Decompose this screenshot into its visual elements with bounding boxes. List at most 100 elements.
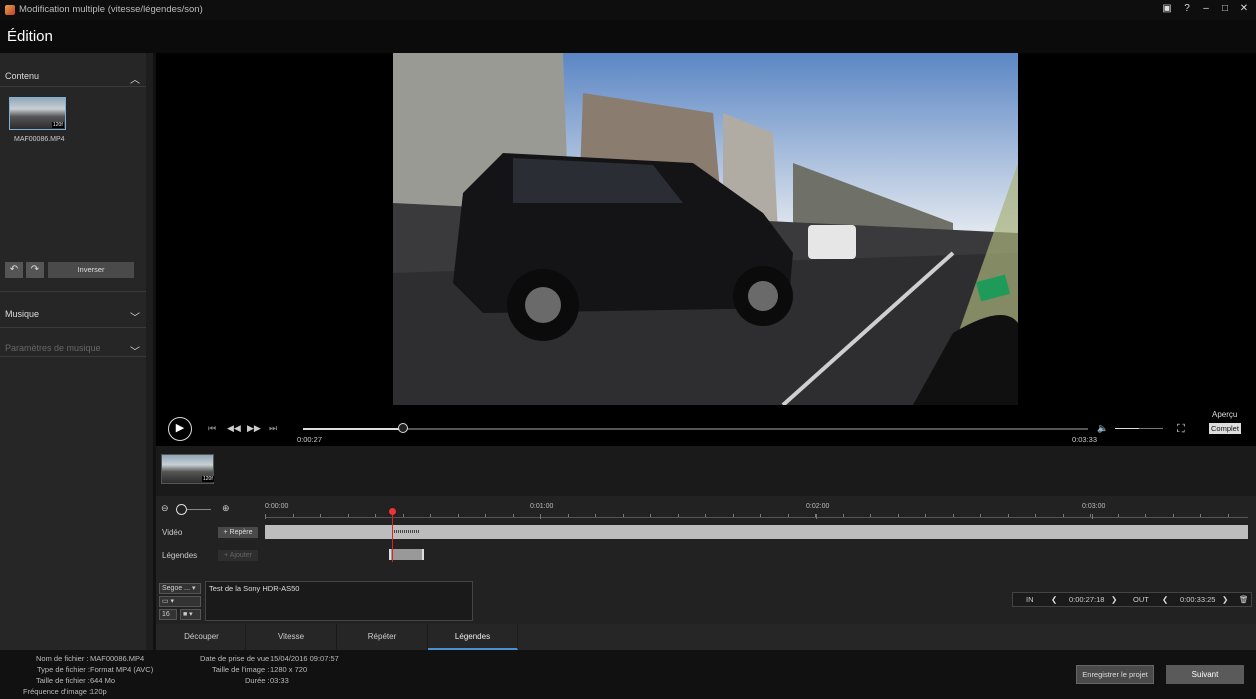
tab-captions[interactable]: Légendes — [428, 624, 518, 650]
minor-tick — [623, 514, 624, 517]
font-select[interactable]: Segoe ... ▾ — [159, 583, 201, 594]
volume-icon[interactable]: 🔈 — [1097, 423, 1108, 434]
skip-end-icon[interactable]: ⏭ — [269, 423, 277, 434]
next-button[interactable]: Suivant — [1166, 665, 1244, 684]
page-title: Édition — [7, 28, 53, 45]
next-frame-icon[interactable]: ▶▶ — [247, 423, 261, 434]
total-time: 0:03:33 — [1072, 435, 1098, 444]
divider — [0, 327, 146, 328]
caption-clip[interactable] — [389, 549, 424, 560]
playhead-handle[interactable] — [389, 508, 396, 515]
info-date-label: Date de prise de vue : — [200, 654, 274, 663]
zoom-slider[interactable] — [187, 509, 211, 510]
toolbox-icon[interactable]: ▣ — [1160, 2, 1174, 16]
caption-marker — [392, 530, 420, 533]
divider — [0, 86, 146, 87]
caption-text-input[interactable]: Test de la Sony HDR-AS50 — [205, 581, 473, 621]
minor-tick — [650, 514, 651, 517]
zoom-slider-handle[interactable] — [176, 504, 187, 515]
info-dims-label: Taille de l'image : — [212, 665, 270, 674]
invert-button[interactable]: Inverser — [48, 262, 134, 278]
add-marker-button[interactable]: + Repère — [218, 527, 258, 538]
minor-tick — [403, 514, 404, 517]
minor-tick — [293, 514, 294, 517]
minor-tick — [320, 514, 321, 517]
delete-icon[interactable]: 🗑 — [1239, 595, 1249, 604]
in-prev-icon[interactable]: ❮ — [1051, 595, 1057, 604]
info-fps: 120p — [90, 687, 107, 696]
left-panel-scrollbar[interactable] — [146, 53, 153, 650]
playhead[interactable] — [392, 510, 393, 562]
add-caption-button[interactable]: + Ajouter — [218, 550, 258, 561]
out-prev-icon[interactable]: ❮ — [1162, 595, 1168, 604]
text-color-select[interactable]: ■ ▾ — [180, 609, 201, 620]
play-button[interactable]: ▶ — [168, 417, 192, 441]
divider — [0, 291, 146, 292]
info-size-label: Taille de fichier : — [36, 676, 90, 685]
info-fps-label: Fréquence d'image : — [23, 687, 92, 696]
current-time: 0:00:27 — [297, 435, 323, 444]
help-icon[interactable]: ? — [1180, 2, 1194, 16]
info-dims: 1280 x 720 — [270, 665, 308, 674]
minor-tick — [265, 514, 266, 517]
tick-label: 0:02:00 — [806, 503, 830, 510]
font-size-select[interactable]: 16 — [159, 609, 177, 620]
out-time[interactable]: 0:00:33:25 — [1180, 595, 1215, 604]
in-time[interactable]: 0:00:27:18 — [1069, 595, 1104, 604]
rotate-left-button[interactable]: ↶ — [5, 262, 23, 278]
tick-label: 0:00:00 — [265, 503, 289, 510]
collapse-content-icon[interactable]: ︿ — [130, 71, 140, 86]
preview-label: Aperçu — [1212, 410, 1238, 419]
footer — [0, 650, 1256, 699]
music-section-label: Musique — [5, 309, 40, 319]
volume-level — [1115, 428, 1139, 429]
save-project-button[interactable]: Enregistrer le projet — [1076, 665, 1154, 684]
major-tick — [816, 514, 817, 519]
font-size-value: 16 — [162, 611, 170, 618]
font-value: Segoe ... — [162, 585, 191, 592]
zoom-in-icon[interactable]: ⊕ — [222, 503, 230, 514]
fps-badge: 120f — [52, 122, 64, 128]
in-next-icon[interactable]: ❯ — [1111, 595, 1117, 604]
major-tick — [1092, 514, 1093, 519]
prev-frame-icon[interactable]: ◀◀ — [227, 423, 241, 434]
clip-strip — [156, 446, 1256, 496]
text-style-select[interactable]: ▭ ▾ — [159, 596, 201, 607]
seek-bar[interactable] — [303, 428, 1088, 430]
minor-tick — [458, 514, 459, 517]
minor-tick — [760, 514, 761, 517]
minor-tick — [540, 514, 541, 517]
window-title: Modification multiple (vitesse/légendes/… — [19, 4, 203, 15]
minimize-button[interactable]: – — [1199, 2, 1213, 16]
rotate-right-button[interactable]: ↷ — [26, 262, 44, 278]
minor-tick — [375, 514, 376, 517]
zoom-out-icon[interactable]: ⊖ — [161, 503, 169, 514]
minor-tick — [1173, 514, 1174, 517]
maximize-button[interactable]: □ — [1218, 2, 1232, 16]
minor-tick — [705, 514, 706, 517]
out-next-icon[interactable]: ❯ — [1222, 595, 1228, 604]
minor-tick — [678, 514, 679, 517]
video-frame — [393, 53, 1018, 405]
in-label: IN — [1026, 595, 1034, 604]
expand-music-icon[interactable]: ﹀ — [130, 309, 140, 324]
preview-mode-select[interactable]: Complet — [1209, 423, 1241, 434]
fullscreen-icon[interactable]: ⛶ — [1177, 423, 1185, 436]
tab-cut[interactable]: Découper — [158, 624, 246, 650]
tab-repeat[interactable]: Répéter — [337, 624, 428, 650]
minor-tick — [870, 514, 871, 517]
tick-label: 0:03:00 — [1082, 503, 1106, 510]
minor-tick — [595, 514, 596, 517]
minor-tick — [925, 514, 926, 517]
info-duration-label: Durée : — [245, 676, 270, 685]
minor-tick — [898, 514, 899, 517]
close-button[interactable]: ✕ — [1237, 2, 1251, 16]
skip-start-icon[interactable]: ⏮ — [208, 423, 216, 434]
in-out-controls — [1012, 592, 1252, 607]
minor-tick — [733, 514, 734, 517]
info-name: MAF00086.MP4 — [90, 654, 145, 663]
minor-tick — [788, 514, 789, 517]
app-icon — [5, 5, 15, 15]
out-label: OUT — [1133, 595, 1149, 604]
tab-speed[interactable]: Vitesse — [246, 624, 337, 650]
